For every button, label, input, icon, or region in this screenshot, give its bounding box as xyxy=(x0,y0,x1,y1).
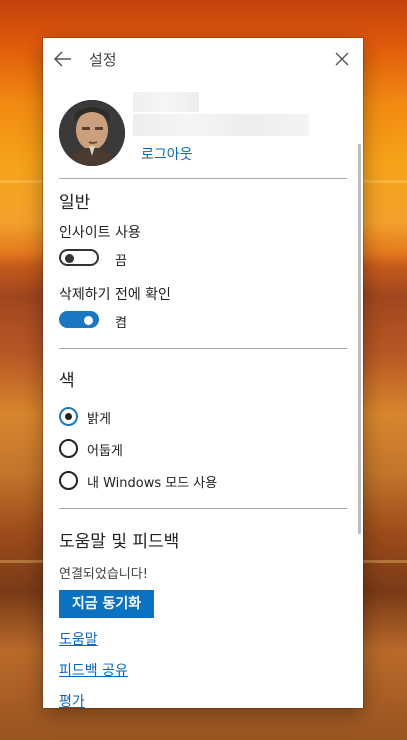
insights-label: 인사이트 사용 xyxy=(59,225,141,241)
radio-light-label: 밝게 xyxy=(87,412,111,427)
radio-windows-mode-label: 내 Windows 모드 사용 xyxy=(87,476,218,491)
rate-link[interactable]: 평가 xyxy=(59,691,85,708)
sync-now-button[interactable]: 지금 동기화 xyxy=(59,590,154,618)
avatar xyxy=(59,100,125,166)
insights-state: 끔 xyxy=(115,254,127,269)
toggle-knob xyxy=(65,253,74,263)
back-button[interactable] xyxy=(51,47,75,71)
divider xyxy=(59,348,347,349)
title-bar: 설정 xyxy=(43,38,363,80)
radio-windows-mode[interactable] xyxy=(59,471,78,490)
help-link[interactable]: 도움말 xyxy=(59,629,98,649)
feedback-link[interactable]: 피드백 공유 xyxy=(59,660,128,680)
help-heading: 도움말 및 피드백 xyxy=(59,532,180,552)
account-name-redacted xyxy=(133,92,199,112)
confirm-delete-label: 삭제하기 전에 확인 xyxy=(59,287,171,303)
close-icon xyxy=(335,52,349,66)
radio-light[interactable] xyxy=(59,407,78,426)
close-button[interactable] xyxy=(331,48,353,70)
page-title: 설정 xyxy=(89,51,117,69)
arrow-left-icon xyxy=(53,51,71,67)
connection-status: 연결되었습니다! xyxy=(59,567,148,582)
insights-toggle[interactable] xyxy=(59,249,99,266)
logout-link[interactable]: 로그아웃 xyxy=(141,144,193,164)
settings-scroll-area: 로그아웃 일반 인사이트 사용 끔 삭제하기 전에 확인 켬 색 밝게 어둡게 … xyxy=(43,80,363,708)
account-email-redacted xyxy=(133,114,309,136)
radio-dark[interactable] xyxy=(59,439,78,458)
confirm-delete-state: 켬 xyxy=(115,316,127,331)
divider xyxy=(59,508,347,509)
confirm-delete-toggle[interactable] xyxy=(59,311,99,328)
radio-dark-label: 어둡게 xyxy=(87,444,123,459)
color-heading: 색 xyxy=(59,371,75,391)
settings-panel: 설정 로그아웃 일반 인사이트 사용 끔 삭제하기 전에 확인 켬 색 밝게 어… xyxy=(43,38,363,708)
general-heading: 일반 xyxy=(59,193,91,213)
scrollbar[interactable] xyxy=(358,144,361,534)
toggle-knob xyxy=(84,315,93,325)
divider xyxy=(59,178,347,179)
